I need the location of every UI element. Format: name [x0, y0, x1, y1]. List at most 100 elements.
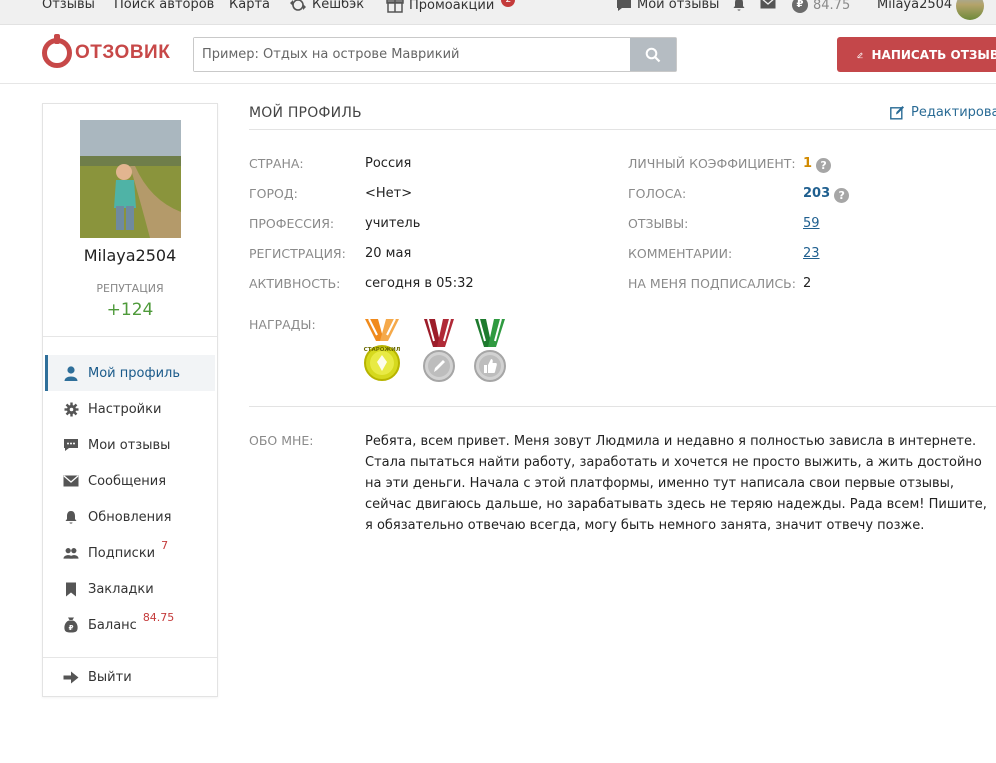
coefficient-value: 1 [803, 156, 813, 171]
registration-label: РЕГИСТРАЦИЯ: [249, 246, 346, 261]
search-input[interactable] [194, 38, 630, 71]
city-label: ГОРОД: [249, 186, 298, 201]
search-icon [645, 47, 661, 62]
messages-button[interactable] [760, 0, 776, 9]
sidebar-nav: Мой профиль Настройки Мои отзывы Сообщен… [45, 355, 215, 643]
envelope-icon [63, 473, 79, 489]
cashback-label: Кешбэк [312, 0, 365, 12]
promo-label: Промоакции [409, 0, 495, 13]
oldtimer-medal-icon[interactable]: СТАРОЖИЛ [362, 317, 402, 383]
sidebar-item-label: Мой профиль [88, 365, 180, 381]
users-icon [63, 545, 79, 561]
sidebar-item-label: Сообщения [88, 473, 167, 489]
medal-caption: СТАРОЖИЛ [364, 347, 401, 353]
reputation-label: РЕПУТАЦИЯ [96, 282, 164, 295]
comments-count-link[interactable]: 23 [803, 246, 820, 261]
profile-username: Milaya2504 [83, 246, 177, 265]
balance-link[interactable]: ₽ 84.75 [792, 0, 850, 13]
awards-divider [249, 406, 996, 407]
logout-arrow-icon [63, 669, 79, 685]
username-link[interactable]: Milaya2504 [877, 0, 952, 12]
page-title: МОЙ ПРОФИЛЬ [249, 105, 362, 121]
medal-thumb-graphic [474, 318, 506, 382]
sidebar-item-label: Мои отзывы [88, 437, 171, 453]
bell-icon [63, 509, 79, 525]
reputation-value: +124 [106, 300, 154, 320]
logout-button[interactable]: Выйти [45, 659, 215, 695]
awards-label: НАГРАДЫ: [249, 317, 316, 332]
edit-profile-label: Редактировать [911, 105, 996, 120]
sidebar-item-my-reviews[interactable]: Мои отзывы [45, 427, 215, 463]
reviews-label: ОТЗЫВЫ: [628, 216, 689, 231]
reviews-count-link[interactable]: 59 [803, 216, 820, 231]
votes-value: 203 [803, 186, 831, 201]
help-icon[interactable]: ? [816, 158, 832, 173]
coefficient-value-wrap: 1? [803, 156, 832, 173]
followers-label: НА МЕНЯ ПОДПИСАЛИСЬ: [628, 276, 796, 291]
help-icon[interactable]: ? [834, 188, 850, 203]
sidebar-item-updates[interactable]: Обновления [45, 499, 215, 535]
envelope-icon [760, 0, 776, 9]
pen-medal-icon[interactable] [419, 317, 459, 383]
sidebar-item-balance[interactable]: ₽ Баланс 84.75 [45, 607, 215, 643]
sidebar-item-messages[interactable]: Сообщения [45, 463, 215, 499]
ruble-icon: ₽ [792, 0, 808, 13]
wallet-icon: ₽ [63, 617, 79, 633]
sidebar-item-label: Обновления [88, 509, 172, 525]
bell-icon [733, 0, 745, 11]
sidebar-item-subscriptions[interactable]: Подписки 7 [45, 535, 215, 571]
search-button[interactable] [630, 38, 676, 71]
my-reviews-link[interactable]: Мои отзывы [616, 0, 719, 12]
speech-bubble-icon [617, 0, 631, 11]
gear-icon [63, 401, 79, 417]
top-bar: Отзывы Поиск авторов Карта Кешбэк Промоа… [0, 0, 996, 25]
medal-pen-graphic [423, 318, 455, 382]
sidebar-item-my-profile[interactable]: Мой профиль [45, 355, 215, 391]
bookmark-icon [63, 581, 79, 597]
profession-label: ПРОФЕССИЯ: [249, 216, 335, 231]
my-reviews-label: Мои отзывы [637, 0, 720, 12]
profile-sidebar: Milaya2504 РЕПУТАЦИЯ +124 Мой профиль На… [42, 103, 218, 697]
country-label: СТРАНА: [249, 156, 304, 171]
comments-icon [63, 437, 79, 453]
profession-value: учитель [365, 216, 421, 231]
sidebar-divider [43, 336, 217, 337]
sidebar-item-settings[interactable]: Настройки [45, 391, 215, 427]
activity-value: сегодня в 05:32 [365, 276, 474, 291]
notifications-button[interactable] [732, 0, 746, 12]
sidebar-item-label: Закладки [88, 581, 154, 597]
votes-label: ГОЛОСА: [628, 186, 687, 201]
sidebar-item-label: Баланс [88, 617, 137, 633]
write-review-button[interactable]: НАПИСАТЬ ОТЗЫВ [837, 37, 996, 72]
gift-icon [386, 0, 404, 13]
nav-link-promo[interactable]: Промоакции 2 [386, 0, 516, 13]
site-header: ОТЗОВИК НАПИСАТЬ ОТЗЫВ [0, 26, 996, 84]
sidebar-item-bookmarks[interactable]: Закладки [45, 571, 215, 607]
subscriptions-badge: 7 [161, 538, 169, 552]
nav-link-reviews[interactable]: Отзывы [42, 0, 95, 12]
logo-mark [42, 34, 72, 68]
search-box [193, 37, 677, 72]
nav-link-authors[interactable]: Поиск авторов [114, 0, 214, 12]
registration-value: 20 мая [365, 246, 412, 261]
edit-profile-link[interactable]: Редактировать [890, 105, 996, 120]
city-value: <Нет> [365, 186, 413, 201]
user-avatar[interactable] [956, 0, 984, 20]
pencil-icon [857, 52, 863, 58]
about-text: Ребята, всем привет. Меня зовут Людмила … [365, 434, 987, 533]
votes-value-wrap: 203? [803, 186, 850, 203]
nav-link-map[interactable]: Карта [229, 0, 270, 12]
profile-photo-image [80, 120, 181, 238]
user-icon [63, 365, 79, 381]
site-logo[interactable]: ОТЗОВИК [42, 34, 171, 68]
thumbs-up-medal-icon[interactable] [470, 317, 510, 383]
sidebar-item-label: Настройки [88, 401, 162, 417]
edit-icon [890, 106, 904, 120]
promo-badge: 2 [501, 0, 516, 7]
country-value: Россия [365, 156, 412, 171]
logo-text: ОТЗОВИК [75, 42, 171, 63]
sidebar-item-label: Подписки [88, 545, 156, 561]
title-divider [249, 129, 996, 130]
nav-link-cashback[interactable]: Кешбэк [289, 0, 364, 12]
balance-value: 84.75 [813, 0, 851, 13]
